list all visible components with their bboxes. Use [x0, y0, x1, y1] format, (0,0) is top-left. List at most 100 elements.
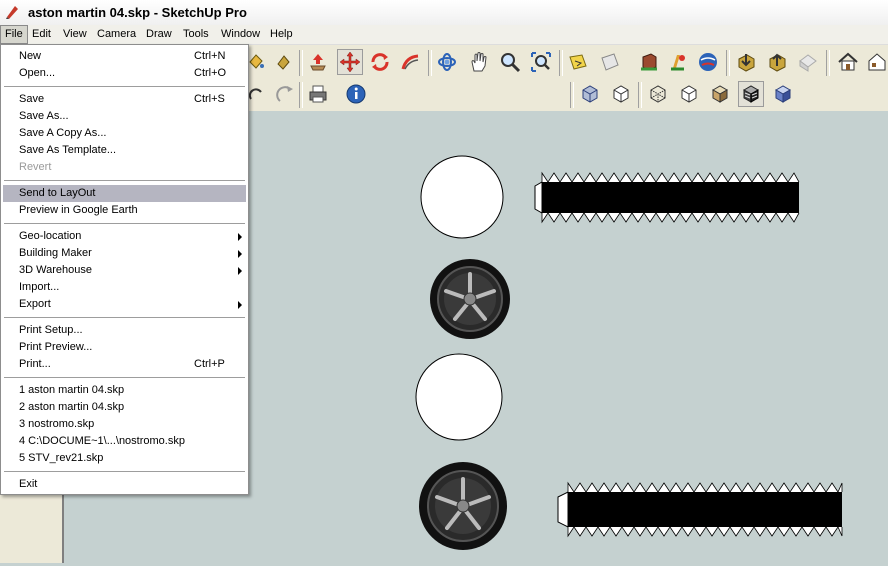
menu-camera[interactable]: Camera	[93, 25, 140, 44]
menu-item-save-a-copy-as[interactable]: Save A Copy As...	[3, 125, 246, 142]
menu-item-label: Exit	[19, 478, 38, 490]
tread-strip-1[interactable]	[534, 171, 800, 224]
monochrome-icon[interactable]	[770, 81, 796, 107]
menu-item-revert: Revert	[3, 159, 246, 176]
wheel-rim-2[interactable]	[419, 462, 507, 550]
menu-item-label: 4 C:\DOCUME~1\...\nostromo.skp	[19, 435, 185, 447]
menu-item-label: Send to LayOut	[19, 187, 96, 199]
menu-item-shortcut: Ctrl+O	[194, 67, 227, 79]
xray-icon[interactable]	[577, 81, 603, 107]
menu-item-3d-warehouse[interactable]: 3D Warehouse	[3, 262, 246, 279]
toggle-terrain-icon[interactable]	[597, 49, 623, 75]
paint-bucket-alt-icon[interactable]	[270, 49, 296, 75]
menu-tools[interactable]: Tools	[179, 25, 213, 44]
menu-item-save-as[interactable]: Save As...	[3, 108, 246, 125]
get-current-view-icon[interactable]	[565, 49, 591, 75]
get-component-icon[interactable]	[733, 49, 759, 75]
menu-item-print[interactable]: Print... Ctrl+P	[3, 356, 246, 373]
toolbar-separator	[726, 50, 730, 76]
menu-item-label: Building Maker	[19, 247, 92, 259]
menu-item-label: Revert	[19, 161, 52, 173]
shaded-textures-icon[interactable]	[738, 81, 764, 107]
move-icon[interactable]	[337, 49, 363, 75]
pan-icon[interactable]	[466, 49, 492, 75]
menu-item-1-aston-martin-04-skp[interactable]: 1 aston martin 04.skp	[3, 382, 246, 399]
model-info-icon[interactable]	[343, 81, 369, 107]
circle-face-2[interactable]	[415, 353, 503, 441]
tread-strip-2[interactable]	[557, 481, 843, 538]
menu-item-export[interactable]: Export	[3, 296, 246, 313]
toolbar-separator	[299, 50, 303, 76]
window-title: aston martin 04.skp - SketchUp Pro	[28, 5, 247, 20]
sketchup-app-icon[interactable]	[4, 4, 20, 20]
back-edges-icon[interactable]	[608, 81, 634, 107]
toolbar-separator	[428, 50, 432, 76]
orbit-icon[interactable]	[434, 49, 460, 75]
menu-item-send-to-layout[interactable]: Send to LayOut	[3, 185, 246, 202]
menu-item-label: Save As Template...	[19, 144, 117, 156]
print-icon[interactable]	[305, 81, 331, 107]
hidden-line-icon[interactable]	[676, 81, 702, 107]
menu-item-4-c-docume-1-nostromo-skp[interactable]: 4 C:\DOCUME~1\...\nostromo.skp	[3, 433, 246, 450]
menu-separator	[4, 86, 245, 88]
menu-item-2-aston-martin-04-skp[interactable]: 2 aston martin 04.skp	[3, 399, 246, 416]
zoom-extents-icon[interactable]	[528, 49, 554, 75]
toolbar-separator	[826, 50, 830, 76]
menu-item-new[interactable]: New Ctrl+N	[3, 48, 246, 65]
submenu-arrow-icon	[238, 250, 242, 258]
menu-item-exit[interactable]: Exit	[3, 476, 246, 493]
menu-item-label: Print Preview...	[19, 341, 93, 353]
menu-item-label: Export	[19, 298, 51, 310]
redo-alt-icon[interactable]	[272, 81, 298, 107]
menu-separator	[4, 471, 245, 473]
share-component-icon[interactable]	[764, 49, 790, 75]
submenu-arrow-icon	[238, 233, 242, 241]
zoom-icon[interactable]	[497, 49, 523, 75]
menu-item-open[interactable]: Open... Ctrl+O	[3, 65, 246, 82]
menu-item-save[interactable]: Save Ctrl+S	[3, 91, 246, 108]
menu-item-label: Save A Copy As...	[19, 127, 107, 139]
menu-view[interactable]: View	[59, 25, 91, 44]
menu-item-label: Import...	[19, 281, 60, 293]
circle-face-1[interactable]	[420, 155, 504, 239]
submenu-arrow-icon	[238, 301, 242, 309]
house-icon[interactable]	[835, 49, 861, 75]
menu-item-print-preview[interactable]: Print Preview...	[3, 339, 246, 356]
menu-item-label: 3 nostromo.skp	[19, 418, 95, 430]
menu-item-label: Open...	[19, 67, 56, 79]
place-model-icon[interactable]	[636, 49, 662, 75]
file-dropdown-menu: New Ctrl+N Open... Ctrl+O Save Ctrl+S Save As.…	[0, 44, 249, 495]
menu-item-import[interactable]: Import...	[3, 279, 246, 296]
menu-separator	[4, 377, 245, 379]
menu-draw[interactable]: Draw	[142, 25, 176, 44]
share-model-icon[interactable]	[695, 49, 721, 75]
push-pull-icon[interactable]	[305, 49, 331, 75]
menu-edit[interactable]: Edit	[28, 25, 55, 44]
menu-item-label: Print Setup...	[19, 324, 83, 336]
house-front-icon[interactable]	[864, 49, 888, 75]
menu-help[interactable]: Help	[266, 25, 297, 44]
menu-item-preview-in-google-earth[interactable]: Preview in Google Earth	[3, 202, 246, 219]
menu-item-geo-location[interactable]: Geo-location	[3, 228, 246, 245]
menu-window[interactable]: Window	[217, 25, 264, 44]
shaded-icon[interactable]	[707, 81, 733, 107]
menu-item-print-setup[interactable]: Print Setup...	[3, 322, 246, 339]
follow-me-icon[interactable]	[398, 49, 424, 75]
menu-item-shortcut: Ctrl+S	[194, 93, 225, 105]
menu-item-building-maker[interactable]: Building Maker	[3, 245, 246, 262]
menu-item-shortcut: Ctrl+P	[194, 358, 225, 370]
extension-warehouse-icon[interactable]	[795, 49, 821, 75]
menu-item-label: Geo-location	[19, 230, 82, 242]
get-models-icon[interactable]	[665, 49, 691, 75]
menu-item-3-nostromo-skp[interactable]: 3 nostromo.skp	[3, 416, 246, 433]
menu-item-label: Save	[19, 93, 45, 105]
toolbar-separator	[299, 82, 303, 108]
wireframe-icon[interactable]	[645, 81, 671, 107]
submenu-arrow-icon	[238, 267, 242, 275]
menu-item-5-stv-rev21-skp[interactable]: 5 STV_rev21.skp	[3, 450, 246, 467]
toolbar-separator	[570, 82, 574, 108]
rotate-icon[interactable]	[367, 49, 393, 75]
menu-file[interactable]: File	[0, 25, 28, 44]
wheel-rim-1[interactable]	[430, 259, 510, 339]
menu-item-save-as-template[interactable]: Save As Template...	[3, 142, 246, 159]
